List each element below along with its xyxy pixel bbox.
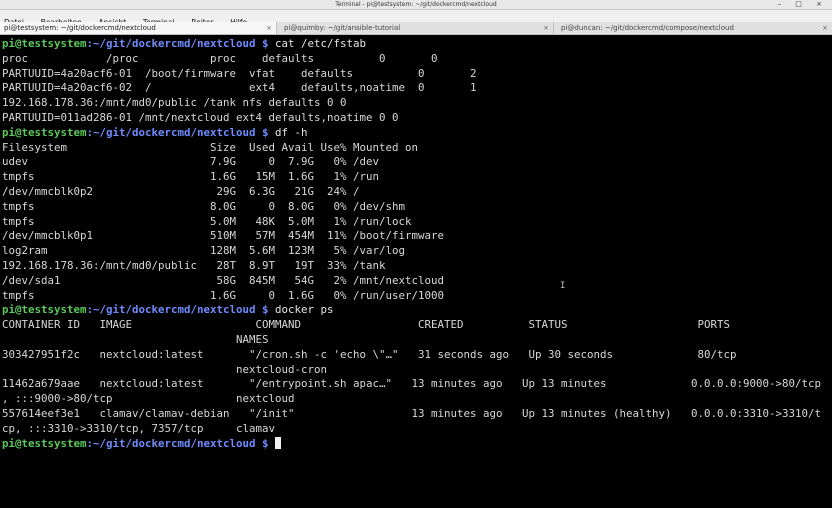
output-line: 557614eef3e1 clamav/clamav-debian "/init… [2, 407, 822, 420]
prompt-user-host: pi@testsystem [2, 436, 87, 450]
prompt-path: :~/git/dockercmd/nextcloud $ [86, 37, 269, 50]
prompt-path: :~/git/dockercmd/nextcloud $ [86, 303, 269, 317]
output-line: cp, :::3310->3310/tcp, 7357/tcp clamav [2, 421, 276, 435]
tab-quimby[interactable]: pi@quimby: ~/git/ansible-tutorial × [277, 22, 554, 34]
title-bar: Terminal - pi@testsystem: ~/git/dockercm… [0, 0, 832, 10]
tab-testsystem[interactable]: pi@testsystem: ~/git/dockercmd/nextcloud… [0, 22, 277, 34]
output-line: /dev/mmcblk0p2 29G 6.3G 21G 24% / [2, 185, 360, 198]
command-text: cat /etc/fstab [268, 37, 367, 50]
output-line: 303427951f2c nextcloud:latest "/cron.sh … [2, 347, 737, 361]
prompt-line: pi@testsystem:~/git/dockercmd/nextcloud … [2, 436, 282, 452]
output-line: udev 7.9G 0 7.9G 0% /dev [2, 155, 380, 169]
command-text: docker ps [268, 303, 334, 317]
close-icon[interactable]: × [822, 22, 828, 34]
output-line: tmpfs 8.0G 0 8.0G 0% /dev/shm [2, 199, 406, 213]
close-icon[interactable]: × [266, 22, 272, 34]
tab-bar: pi@testsystem: ~/git/dockercmd/nextcloud… [0, 22, 832, 35]
output-line: PARTUUID=4a20acf6-01 /boot/firmware vfat… [2, 66, 477, 80]
menu-bar: Datei Bearbeiten Ansicht Terminal Reiter… [0, 10, 832, 27]
output-line: NAMES [2, 333, 269, 346]
tab-label: pi@duncan: ~/git/dockercmd/compose/nextc… [561, 24, 734, 32]
tab-duncan[interactable]: pi@duncan: ~/git/dockercmd/compose/nextc… [554, 22, 832, 34]
output-line: tmpfs 1.6G 0 1.6G 0% /run/user/1000 [2, 288, 445, 302]
output-line: Filesystem Size Used Avail Use% Mounted … [2, 140, 419, 154]
prompt-path: :~/git/dockercmd/nextcloud $ [86, 125, 269, 139]
output-line: nextcloud-cron [2, 362, 328, 376]
text-cursor-icon: I [560, 281, 566, 291]
output-line: 192.168.178.36:/mnt/md0/public /tank nfs… [2, 96, 347, 110]
output-line: PARTUUID=4a20acf6-02 / ext4 defaults,noa… [2, 81, 477, 95]
window-title: Terminal - pi@testsystem: ~/git/dockercm… [335, 1, 497, 8]
output-line: PARTUUID=011ad286-01 /mnt/nextcloud ext4… [2, 111, 399, 124]
output-line: CONTAINER ID IMAGE COMMAND CREATED STATU… [2, 318, 731, 332]
close-icon[interactable]: × [543, 22, 549, 34]
output-line: 11462a679aae nextcloud:latest "/entrypoi… [2, 377, 822, 391]
prompt-line: pi@testsystem:~/git/dockercmd/nextcloud … [2, 303, 334, 318]
command-text: df -h [268, 125, 308, 139]
prompt-user-host: pi@testsystem [2, 37, 87, 50]
tab-label: pi@quimby: ~/git/ansible-tutorial [284, 24, 401, 32]
window-controls[interactable]: – □ × [778, 0, 828, 9]
prompt-line: pi@testsystem:~/git/dockercmd/nextcloud … [2, 37, 366, 52]
prompt-line: pi@testsystem:~/git/dockercmd/nextcloud … [2, 126, 308, 141]
output-line: log2ram 128M 5.6M 123M 5% /var/log [2, 244, 406, 258]
terminal-output[interactable]: pi@testsystem:~/git/dockercmd/nextcloud … [0, 35, 832, 508]
terminal-cursor [275, 436, 282, 449]
prompt-user-host: pi@testsystem [2, 303, 87, 317]
output-line: tmpfs 5.0M 48K 5.0M 1% /run/lock [2, 214, 412, 228]
terminal-window: Terminal - pi@testsystem: ~/git/dockercm… [0, 0, 832, 508]
prompt-user-host: pi@testsystem [2, 125, 87, 139]
output-line: , :::9000->80/tcp nextcloud [2, 392, 295, 406]
output-line: tmpfs 1.6G 15M 1.6G 1% /run [2, 170, 380, 184]
output-line: /dev/sda1 58G 845M 54G 2% /mnt/nextcloud [2, 273, 445, 287]
output-line: proc /proc proc defaults 0 0 [2, 51, 438, 65]
prompt-path: :~/git/dockercmd/nextcloud $ [86, 436, 269, 450]
output-line: /dev/mmcblk0p1 510M 57M 454M 11% /boot/f… [2, 229, 445, 243]
tab-label: pi@testsystem: ~/git/dockercmd/nextcloud [4, 24, 156, 32]
output-line: 192.168.178.36:/mnt/md0/public 28T 8.9T … [2, 259, 386, 272]
